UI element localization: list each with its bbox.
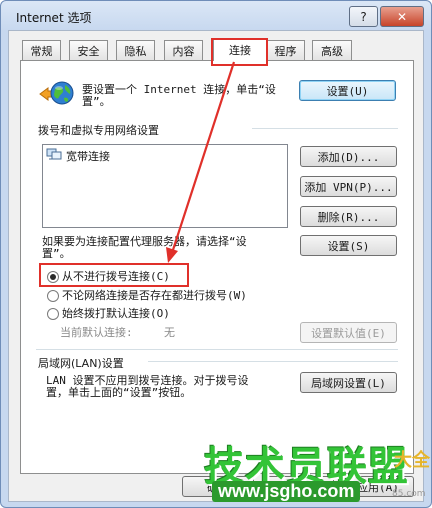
watermark-suffix: 大全 <box>394 450 430 471</box>
watermark-side-text: 85.com <box>392 489 426 499</box>
watermark-url: www.jsgho.com <box>212 481 361 502</box>
annotation-arrow <box>166 61 236 263</box>
